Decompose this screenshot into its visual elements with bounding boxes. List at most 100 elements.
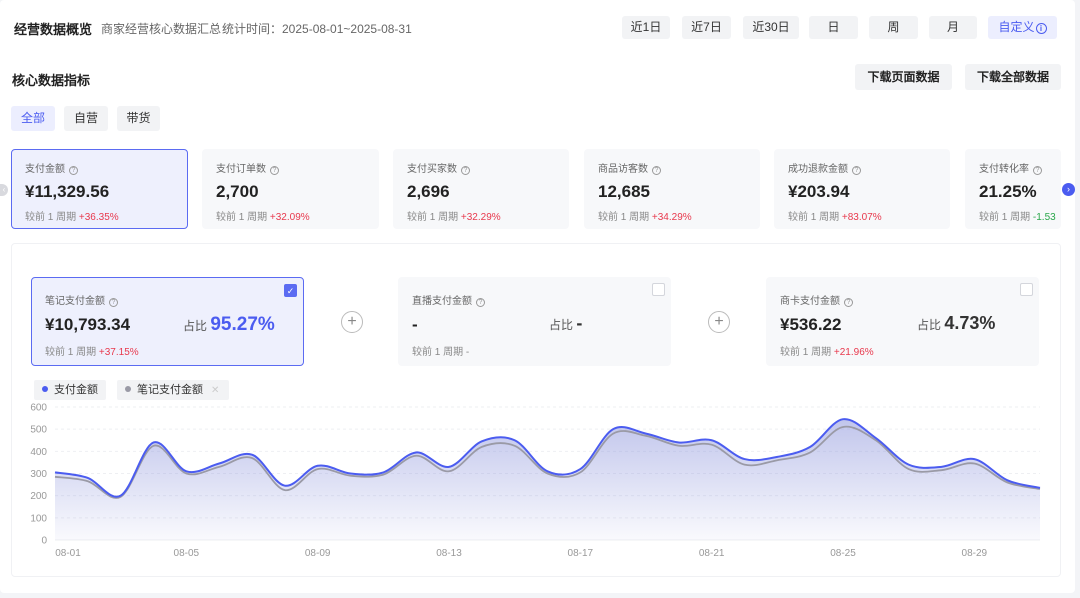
tab-affiliate[interactable]: 带货 — [117, 106, 160, 131]
y-tick-label: 300 — [30, 469, 47, 480]
metric-card-payment-amount[interactable]: 支付金额? ¥11,329.56 较前 1 周期 +36.35% — [11, 149, 188, 229]
y-tick-label: 600 — [30, 403, 47, 414]
sub-metric-compare: 较前 1 周期 +21.96% — [780, 343, 1039, 358]
sub-metric-live-payment[interactable]: 直播支付金额? - 较前 1 周期 - 占比 - — [398, 277, 671, 366]
range-month-button[interactable]: 月 — [929, 16, 977, 39]
y-tick-label: 200 — [30, 491, 47, 502]
x-tick-label: 08-17 — [568, 548, 594, 559]
metric-label: 支付买家数? — [407, 160, 569, 175]
metric-value: ¥203.94 — [788, 182, 850, 201]
compare-change: +83.07% — [841, 212, 882, 223]
range-custom-label: 自定义 — [998, 20, 1035, 34]
checkbox-checked[interactable]: ✓ — [284, 284, 297, 297]
compare-change: - — [465, 347, 470, 358]
sub-metric-compare: 较前 1 周期 +37.15% — [45, 343, 303, 358]
metric-value: 21.25% — [979, 182, 1037, 201]
checkbox-unchecked[interactable] — [652, 283, 665, 296]
metric-compare: 较前 1 周期 +32.29% — [407, 208, 569, 223]
compare-label: 较前 1 周期 — [407, 212, 459, 223]
help-icon[interactable]: ? — [844, 298, 853, 307]
range-custom-button[interactable]: 自定义 i — [988, 16, 1057, 39]
x-tick-label: 08-05 — [174, 548, 200, 559]
sub-metric-label-text: 笔记支付金额 — [45, 296, 105, 307]
y-tick-label: 400 — [30, 447, 47, 458]
compare-label: 较前 1 周期 — [25, 212, 77, 223]
help-icon[interactable]: ? — [270, 166, 279, 175]
metric-label: 支付金额? — [25, 160, 187, 175]
sub-metric-compare: 较前 1 周期 - — [412, 343, 671, 358]
range-1d-button[interactable]: 近1日 — [622, 16, 670, 39]
help-icon[interactable]: ? — [69, 166, 78, 175]
help-icon[interactable]: ? — [109, 298, 118, 307]
scroll-left-icon[interactable]: ‹ — [0, 184, 8, 196]
metric-card-order-count[interactable]: 支付订单数? 2,700 较前 1 周期 +32.09% — [202, 149, 379, 229]
metric-compare: 较前 1 周期 +36.35% — [25, 208, 187, 223]
metric-label: 商品访客数? — [598, 160, 760, 175]
metric-card-conversion-rate[interactable]: 支付转化率? 21.25% 较前 1 周期 -1.53 — [965, 149, 1061, 229]
metric-label-text: 支付金额 — [25, 164, 65, 175]
download-all-data-button[interactable]: 下载全部数据 — [965, 64, 1061, 90]
help-icon[interactable]: ? — [461, 166, 470, 175]
y-tick-label: 0 — [41, 536, 47, 547]
compare-label: 较前 1 周期 — [598, 212, 650, 223]
help-icon[interactable]: ? — [652, 166, 661, 175]
metric-compare: 较前 1 周期 -1.53 — [979, 208, 1061, 223]
help-icon[interactable]: ? — [1033, 166, 1042, 175]
compare-change: +32.29% — [460, 212, 501, 223]
range-day-button[interactable]: 日 — [809, 16, 858, 39]
x-tick-label: 08-21 — [699, 548, 725, 559]
scroll-right-icon[interactable]: › — [1062, 183, 1075, 196]
plus-icon: + — [708, 311, 730, 333]
sub-metric-card-payment[interactable]: 商卡支付金额? ¥536.22 较前 1 周期 +21.96% 占比 4.73% — [766, 277, 1039, 366]
range-week-button[interactable]: 周 — [869, 16, 918, 39]
compare-change: +32.09% — [269, 212, 310, 223]
page-subtitle: 商家经营核心数据汇总 — [101, 22, 222, 36]
checkbox-unchecked[interactable] — [1020, 283, 1033, 296]
metric-card-refund-amount[interactable]: 成功退款金额? ¥203.94 较前 1 周期 +83.07% — [774, 149, 950, 229]
chart-area-layer — [54, 418, 1041, 540]
metric-compare: 较前 1 周期 +32.09% — [216, 208, 379, 223]
compare-label: 较前 1 周期 — [216, 212, 268, 223]
legend-dot-icon — [42, 386, 48, 392]
help-icon[interactable]: ? — [852, 166, 861, 175]
metric-label-text: 支付买家数 — [407, 164, 457, 175]
metric-value: 2,700 — [216, 182, 259, 201]
ratio-label: 占比 — [549, 318, 574, 332]
metric-label: 成功退款金额? — [788, 160, 950, 175]
trend-chart: 0 100 200 300 400 500 600 08-01 08-05 08-09 08-13… — [30, 403, 1041, 559]
section-title: 核心数据指标 — [12, 73, 91, 88]
compare-change: +21.96% — [833, 347, 874, 358]
page-title: 经营数据概览 — [14, 22, 93, 37]
help-icon[interactable]: ? — [476, 298, 485, 307]
metric-value: 12,685 — [598, 182, 650, 201]
stat-time: 统计时间：2025-08-01~2025-08-31 — [222, 22, 412, 36]
y-axis: 0 100 200 300 400 500 600 — [30, 403, 47, 547]
metric-compare: 较前 1 周期 +34.29% — [598, 208, 760, 223]
metric-label-text: 商品访客数 — [598, 164, 648, 175]
metric-card-visitor-count[interactable]: 商品访客数? 12,685 较前 1 周期 +34.29% — [584, 149, 760, 229]
y-tick-label: 100 — [30, 513, 47, 524]
metric-label-text: 支付转化率 — [979, 164, 1029, 175]
legend-dot-icon — [125, 386, 131, 392]
sub-metric-label-text: 直播支付金额 — [412, 296, 472, 307]
x-tick-label: 08-09 — [305, 548, 331, 559]
metric-value: 2,696 — [407, 182, 450, 201]
y-tick-label: 500 — [30, 425, 47, 436]
download-page-data-button[interactable]: 下载页面数据 — [855, 64, 952, 90]
compare-label: 较前 1 周期 — [45, 347, 97, 358]
metric-card-buyer-count[interactable]: 支付买家数? 2,696 较前 1 周期 +32.29% — [393, 149, 569, 229]
sub-metric-value: - — [412, 315, 418, 334]
ratio-label: 占比 — [183, 319, 208, 333]
ratio-value: - — [576, 313, 583, 333]
metric-compare: 较前 1 周期 +83.07% — [788, 208, 950, 223]
compare-label: 较前 1 周期 — [412, 347, 464, 358]
compare-change: -1.53 — [1032, 212, 1056, 223]
sub-metric-label-text: 商卡支付金额 — [780, 296, 840, 307]
range-7d-button[interactable]: 近7日 — [682, 16, 731, 39]
plus-icon: + — [341, 311, 363, 333]
tab-all[interactable]: 全部 — [11, 106, 55, 131]
x-tick-label: 08-13 — [436, 548, 462, 559]
tab-self-operated[interactable]: 自营 — [64, 106, 108, 131]
sub-metric-note-payment[interactable]: 笔记支付金额? ¥10,793.34 较前 1 周期 +37.15% 占比 95… — [31, 277, 304, 366]
range-30d-button[interactable]: 近30日 — [743, 16, 799, 39]
